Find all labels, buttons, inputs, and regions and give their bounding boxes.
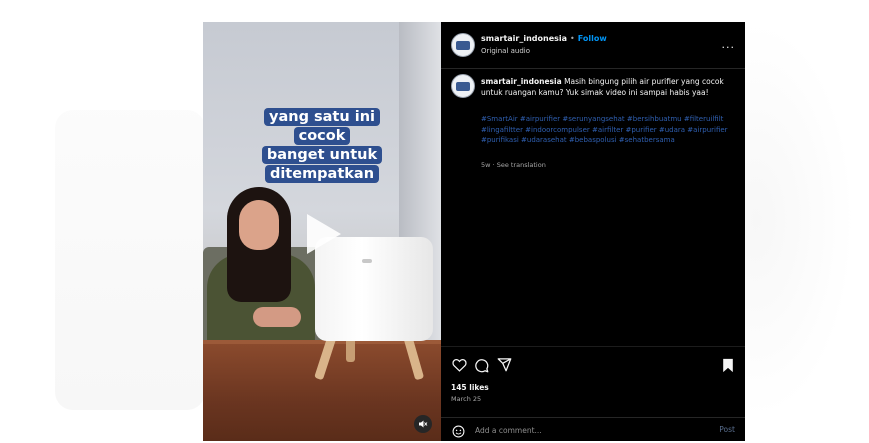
time-ago: 5w: [481, 161, 491, 169]
background-shape: [55, 110, 205, 410]
heart-icon: [451, 359, 467, 372]
caption-username[interactable]: smartair_indonesia: [481, 77, 562, 86]
video-caption: yang satu ini cocok banget untuk ditempa…: [244, 108, 400, 184]
separator-dot: •: [570, 34, 575, 43]
bookmark-icon: [723, 358, 733, 372]
speaker-muted-icon: [419, 420, 428, 428]
separator-dot: ·: [492, 161, 495, 169]
username-link[interactable]: smartair_indonesia: [481, 34, 567, 43]
comment-button[interactable]: [473, 357, 489, 373]
add-comment-bar: Post: [441, 417, 745, 443]
caption-meta: 5w · See translation: [481, 161, 546, 169]
video-frame-person-face: [239, 200, 279, 250]
post-author: smartair_indonesia • Follow: [481, 34, 607, 43]
video-player[interactable]: yang satu ini cocok banget untuk ditempa…: [203, 22, 441, 441]
video-caption-line: ditempatkan: [264, 165, 380, 183]
comment-input[interactable]: [475, 423, 685, 437]
comment-icon: [474, 358, 488, 372]
post-header: smartair_indonesia • Follow Original audio…: [441, 22, 745, 69]
emoji-button[interactable]: [451, 424, 465, 438]
caption-text: smartair_indonesia Masih bingung pilih a…: [481, 76, 736, 98]
emoji-icon: [452, 425, 464, 437]
more-options-button[interactable]: ...: [722, 38, 736, 51]
video-caption-line: yang satu ini cocok: [264, 108, 380, 145]
post-comment-button[interactable]: Post: [719, 425, 735, 434]
send-icon: [497, 357, 511, 371]
hashtags[interactable]: #SmartAir #airpurifier #serunyangsehat #…: [481, 114, 741, 146]
share-button[interactable]: [496, 356, 512, 372]
like-button[interactable]: [451, 357, 467, 373]
post-actions: 145 likes March 25 Post: [441, 346, 745, 442]
save-button[interactable]: [721, 357, 735, 373]
mute-button[interactable]: [414, 415, 432, 433]
avatar[interactable]: [451, 33, 475, 57]
video-caption-line: banget untuk: [261, 146, 383, 164]
post-details-panel: smartair_indonesia • Follow Original audio…: [441, 22, 745, 441]
see-translation-link[interactable]: See translation: [497, 161, 546, 169]
instagram-post-modal: yang satu ini cocok banget untuk ditempa…: [203, 22, 745, 441]
video-frame-person-hands: [253, 307, 301, 327]
play-icon[interactable]: [307, 214, 341, 254]
likes-count[interactable]: 145 likes: [451, 383, 489, 392]
post-date: March 25: [451, 395, 482, 403]
audio-link[interactable]: Original audio: [481, 47, 530, 55]
follow-button[interactable]: Follow: [578, 34, 607, 43]
background-shape: [745, 20, 855, 420]
avatar[interactable]: [451, 74, 475, 98]
video-frame-purifier-logo: [362, 259, 372, 263]
